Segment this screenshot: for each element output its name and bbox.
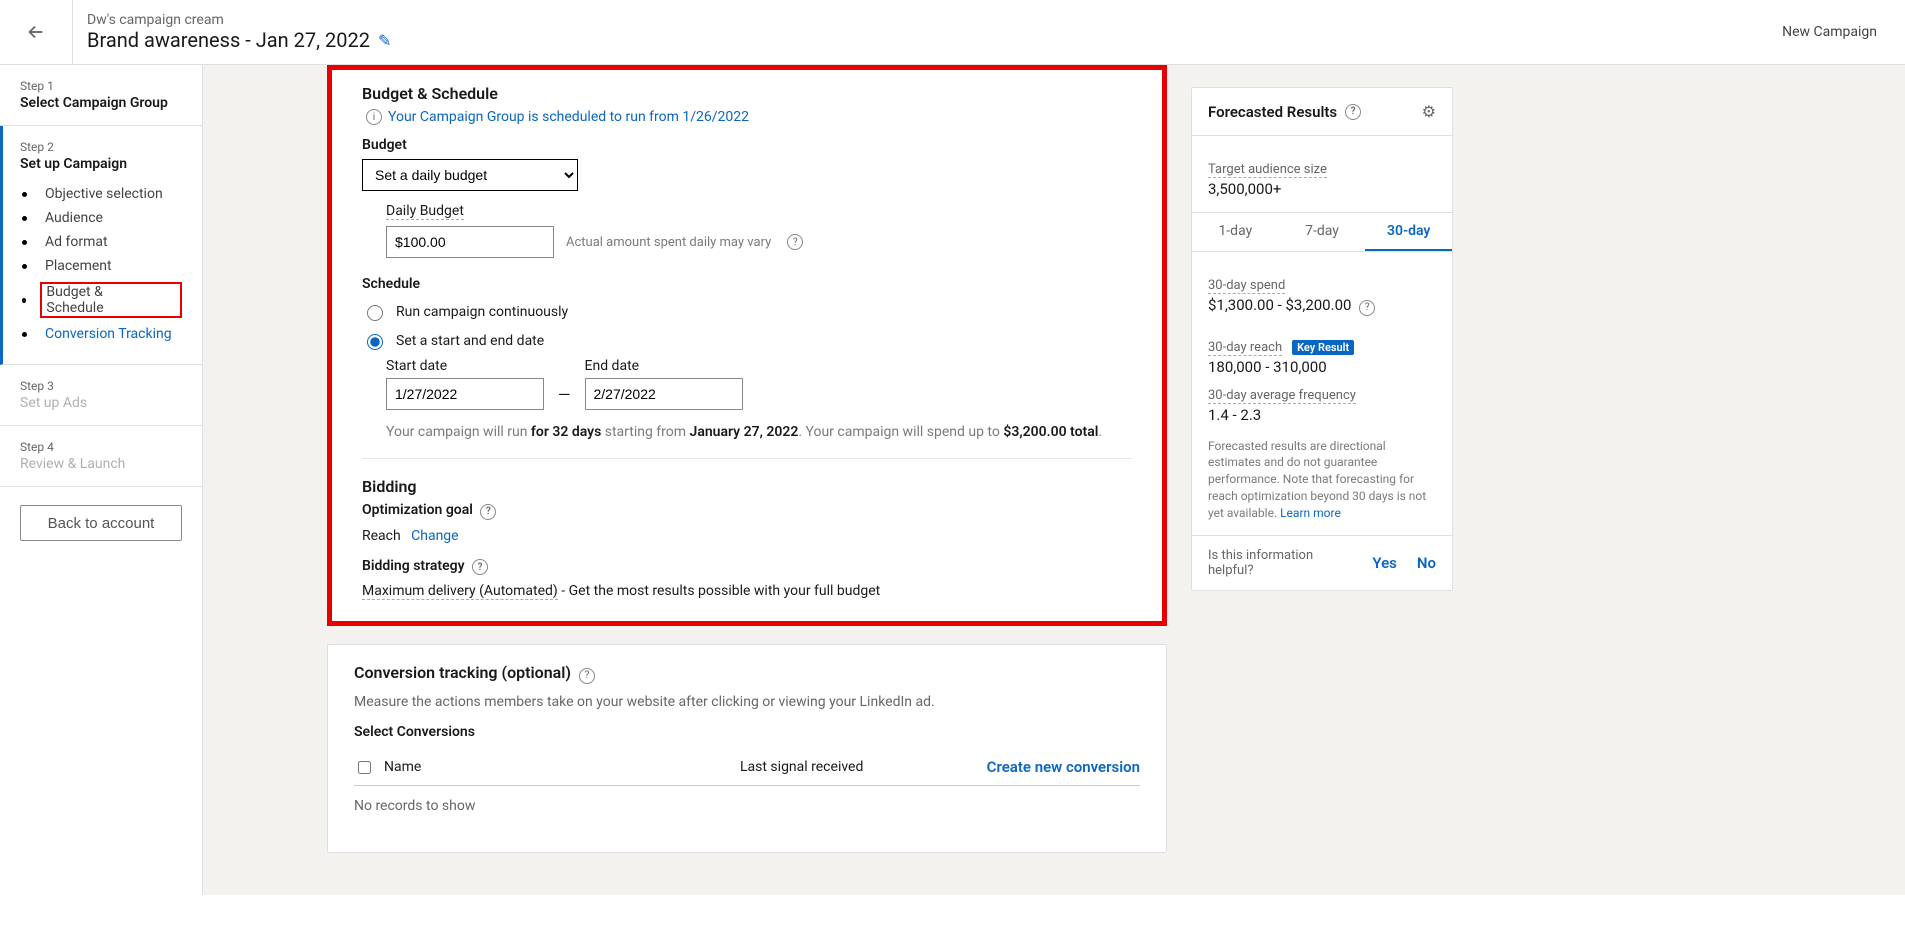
spend-value: $1,300.00 - $3,200.00: [1208, 296, 1351, 314]
pencil-edit-icon[interactable]: ✎: [378, 31, 391, 50]
reach-value: 180,000 - 310,000: [1208, 358, 1436, 376]
sidebar: Step 1 Select Campaign Group Step 2 Set …: [0, 65, 203, 895]
forecast-note: Forecasted results are directional estim…: [1208, 438, 1436, 522]
freq-value: 1.4 - 2.3: [1208, 406, 1436, 424]
help-icon[interactable]: ?: [787, 234, 803, 250]
feedback-question: Is this information helpful?: [1208, 548, 1328, 578]
tab-7day[interactable]: 7-day: [1279, 213, 1366, 251]
step-2: Step 2 Set up Campaign Objective selecti…: [0, 126, 202, 365]
tab-30day[interactable]: 30-day: [1365, 213, 1452, 251]
step-4-title: Review & Launch: [20, 456, 182, 472]
reach-label: 30-day reach: [1208, 340, 1282, 356]
budget-schedule-highlight: Budget & Schedule i Your Campaign Group …: [327, 65, 1167, 626]
topbar-titles: Dw's campaign cream Brand awareness - Ja…: [73, 6, 1782, 58]
feedback-yes[interactable]: Yes: [1372, 554, 1397, 572]
feedback-no[interactable]: No: [1417, 554, 1436, 572]
forecast-panel: Forecasted Results ? ⚙ Target audience s…: [1191, 87, 1453, 591]
help-icon[interactable]: ?: [480, 504, 496, 520]
create-conversion-link[interactable]: Create new conversion: [960, 758, 1140, 776]
select-all-checkbox[interactable]: [358, 761, 371, 774]
optimization-goal-value: Reach: [362, 528, 401, 544]
audience-size-value: 3,500,000+: [1208, 180, 1436, 198]
change-goal-link[interactable]: Change: [411, 528, 458, 544]
radio-start-end[interactable]: Set a start and end date: [362, 331, 1132, 350]
conversion-tracking-card: Conversion tracking (optional) ? Measure…: [327, 644, 1167, 853]
col-last-header: Last signal received: [740, 759, 960, 775]
freq-label: 30-day average frequency: [1208, 388, 1356, 404]
step-3-title: Set up Ads: [20, 395, 182, 411]
canvas: Budget & Schedule i Your Campaign Group …: [203, 65, 1905, 895]
optimization-goal-label: Optimization goal: [362, 502, 473, 518]
no-records: No records to show: [354, 786, 1140, 826]
end-date-label: End date: [585, 358, 743, 374]
step-1-title: Select Campaign Group: [20, 95, 182, 111]
step-3[interactable]: Step 3 Set up Ads: [0, 365, 202, 426]
gear-icon[interactable]: ⚙: [1422, 102, 1436, 121]
budget-schedule-heading: Budget & Schedule: [362, 84, 1132, 103]
conversion-heading: Conversion tracking (optional): [354, 663, 571, 682]
bidding-strategy-desc: - Get the most results possible with you…: [561, 583, 880, 599]
col-name-header: Name: [384, 759, 421, 775]
bidding-heading: Bidding: [362, 477, 1132, 496]
budget-label: Budget: [362, 137, 1132, 153]
daily-budget-label: Daily Budget: [386, 203, 464, 220]
daily-budget-hint: Actual amount spent daily may vary: [566, 235, 771, 250]
forecast-title: Forecasted Results: [1208, 103, 1337, 121]
start-date-label: Start date: [386, 358, 544, 374]
sidebar-item-objective[interactable]: Objective selection: [20, 182, 182, 206]
daily-budget-input[interactable]: [386, 226, 554, 258]
step-4-num: Step 4: [20, 440, 182, 454]
back-to-account-button[interactable]: Back to account: [20, 505, 182, 541]
sidebar-item-adformat[interactable]: Ad format: [20, 230, 182, 254]
step-4[interactable]: Step 4 Review & Launch: [0, 426, 202, 487]
bidding-strategy-value: Maximum delivery (Automated): [362, 583, 558, 600]
arrow-left-icon: [25, 21, 47, 43]
help-icon[interactable]: ?: [579, 668, 595, 684]
radio-continuous[interactable]: Run campaign continuously: [362, 302, 1132, 321]
sidebar-item-conversion-tracking[interactable]: Conversion Tracking: [20, 322, 182, 346]
date-range-dash: —: [558, 385, 571, 410]
step-1-num: Step 1: [20, 79, 182, 93]
schedule-summary: Your campaign will run for 32 days start…: [386, 424, 1132, 440]
back-arrow-button[interactable]: [0, 0, 73, 64]
sidebar-item-placement[interactable]: Placement: [20, 254, 182, 278]
group-schedule-info: i Your Campaign Group is scheduled to ru…: [362, 109, 1132, 125]
budget-type-select[interactable]: Set a daily budget: [362, 159, 578, 191]
key-result-badge: Key Result: [1292, 340, 1354, 355]
step-2-num: Step 2: [20, 140, 182, 154]
spend-label: 30-day spend: [1208, 278, 1285, 294]
step-2-title: Set up Campaign: [20, 156, 182, 172]
info-icon: i: [366, 109, 382, 125]
select-conversions-label: Select Conversions: [354, 724, 1140, 740]
learn-more-link[interactable]: Learn more: [1280, 506, 1341, 520]
conversion-desc: Measure the actions members take on your…: [354, 694, 1140, 710]
bidding-strategy-label: Bidding strategy: [362, 558, 465, 574]
new-campaign-label: New Campaign: [1782, 24, 1905, 40]
topbar: Dw's campaign cream Brand awareness - Ja…: [0, 0, 1905, 65]
campaign-title: Brand awareness - Jan 27, 2022: [87, 28, 370, 52]
sidebar-item-audience[interactable]: Audience: [20, 206, 182, 230]
help-icon[interactable]: ?: [1359, 300, 1375, 316]
start-date-input[interactable]: [386, 378, 544, 410]
help-icon[interactable]: ?: [472, 559, 488, 575]
audience-size-label: Target audience size: [1208, 162, 1327, 178]
step-1[interactable]: Step 1 Select Campaign Group: [0, 65, 202, 126]
step-3-num: Step 3: [20, 379, 182, 393]
end-date-input[interactable]: [585, 378, 743, 410]
tab-1day[interactable]: 1-day: [1192, 213, 1279, 251]
sidebar-item-budget-schedule[interactable]: Budget & Schedule: [20, 278, 182, 322]
schedule-label: Schedule: [362, 276, 1132, 292]
campaign-group-name: Dw's campaign cream: [87, 12, 1768, 28]
help-icon[interactable]: ?: [1345, 104, 1361, 120]
